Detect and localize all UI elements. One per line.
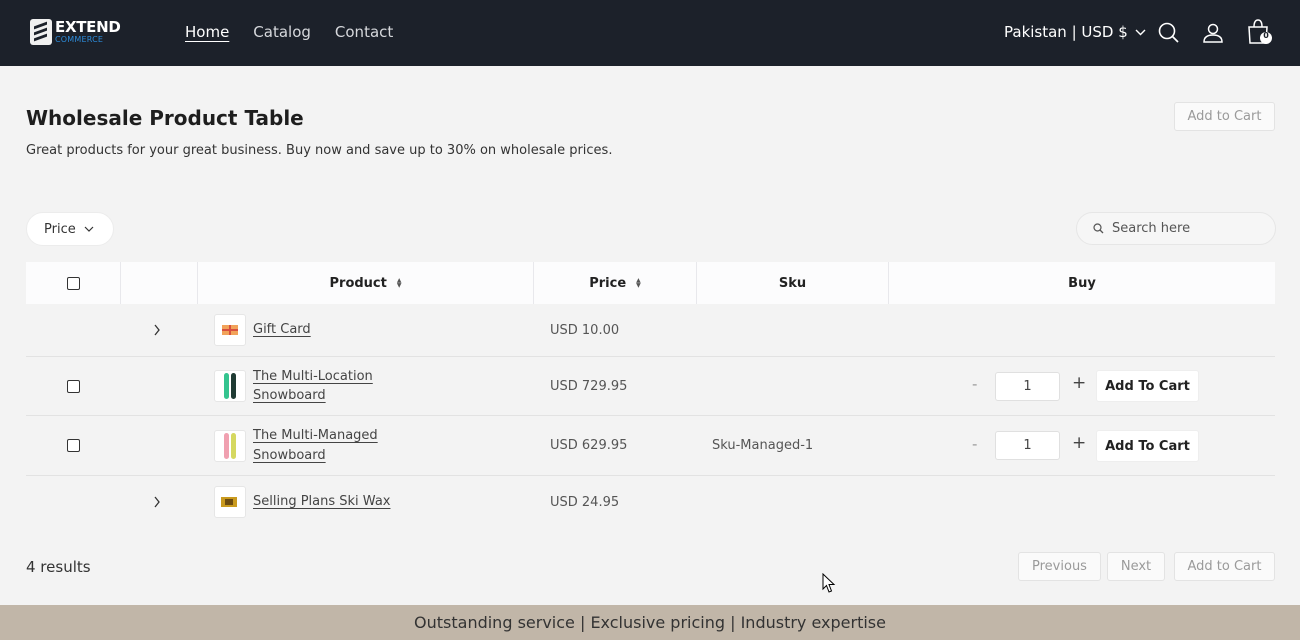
chevron-right-icon	[154, 324, 160, 336]
select-all-cell	[26, 262, 121, 304]
qty-input[interactable]	[995, 372, 1060, 401]
row-checkbox[interactable]	[67, 379, 80, 393]
page-title: Wholesale Product Table	[26, 106, 304, 130]
column-label-price: Price	[589, 275, 627, 291]
select-cell	[67, 357, 80, 415]
price-cell: USD 24.95	[550, 476, 619, 528]
select-cell	[67, 416, 80, 475]
mouse-cursor-icon	[822, 573, 836, 593]
footer-banner: Outstanding service | Exclusive pricing …	[0, 605, 1300, 640]
product-cell: The Multi-Location Snowboard	[214, 357, 403, 415]
sort-icon: ▲ ▼	[396, 277, 402, 289]
expand-toggle[interactable]	[153, 476, 161, 528]
price-cell: USD 10.00	[550, 304, 619, 356]
sku-cell: Sku-Managed-1	[712, 416, 813, 475]
table-row: The Multi-Location Snowboard USD 729.95 …	[26, 357, 1275, 416]
product-link[interactable]: Gift Card	[253, 320, 311, 340]
search-icon[interactable]	[1156, 20, 1182, 46]
price-cell: USD 729.95	[550, 357, 627, 415]
locale-label: Pakistan | USD $	[1004, 23, 1128, 41]
locale-selector[interactable]: Pakistan | USD $	[1004, 23, 1146, 41]
column-header-sku: Sku	[697, 262, 889, 304]
product-cell: Gift Card	[214, 304, 311, 356]
sort-icon: ▲ ▼	[636, 277, 641, 289]
select-all-checkbox[interactable]	[66, 276, 80, 290]
logo-line2: COMMERCE	[55, 35, 104, 44]
nav-home[interactable]: Home	[185, 23, 229, 41]
top-add-to-cart-button[interactable]: Add to Cart	[1174, 102, 1275, 131]
product-sku: Sku-Managed-1	[712, 438, 814, 453]
qty-increase-button[interactable]: +	[1072, 373, 1086, 393]
logo-line1: EXTEND	[55, 18, 121, 36]
add-to-cart-button[interactable]: Add To Cart	[1096, 430, 1199, 462]
product-price: USD 629.95	[550, 438, 628, 453]
product-thumbnail	[214, 314, 246, 346]
search-box	[1076, 212, 1276, 245]
product-price: USD 24.95	[550, 494, 620, 510]
main-nav: Home Catalog Contact	[185, 23, 393, 41]
cart-icon[interactable]: 0	[1245, 17, 1275, 47]
previous-button[interactable]: Previous	[1018, 552, 1101, 581]
cart-count-badge: 0	[1263, 31, 1269, 40]
site-header: EXTEND COMMERCE Home Catalog Contact Pak…	[0, 0, 1300, 66]
table-row: Gift Card USD 10.00	[26, 304, 1275, 357]
product-thumbnail	[214, 429, 246, 462]
brand-logo[interactable]: EXTEND COMMERCE	[30, 19, 121, 45]
product-price: USD 729.95	[550, 378, 628, 394]
search-icon	[1093, 223, 1104, 234]
column-label-buy: Buy	[1068, 275, 1096, 291]
column-header-price[interactable]: Price ▲ ▼	[534, 262, 697, 304]
footer-text: Outstanding service | Exclusive pricing …	[414, 613, 886, 632]
chevron-down-icon	[1135, 29, 1146, 35]
chevron-down-icon	[84, 226, 94, 232]
qty-input[interactable]	[995, 431, 1060, 460]
table-row: Selling Plans Ski Wax USD 24.95	[26, 476, 1275, 528]
column-header-buy: Buy	[889, 262, 1275, 304]
logo-mark-icon	[30, 19, 52, 45]
product-thumbnail	[214, 486, 246, 518]
qty-decrease-button[interactable]: -	[972, 375, 977, 393]
product-thumbnail	[214, 370, 246, 402]
expand-column-header	[121, 262, 198, 304]
column-header-product[interactable]: Product ▲ ▼	[198, 262, 534, 304]
qty-decrease-button[interactable]: -	[972, 435, 977, 453]
next-button[interactable]: Next	[1107, 552, 1165, 581]
column-label-sku: Sku	[778, 275, 807, 291]
search-input[interactable]	[1112, 221, 1262, 236]
price-cell: USD 629.95	[550, 416, 627, 475]
product-link[interactable]: Selling Plans Ski Wax	[253, 492, 390, 512]
qty-increase-button[interactable]: +	[1072, 433, 1086, 453]
price-filter-dropdown[interactable]: Price	[26, 212, 114, 246]
nav-catalog[interactable]: Catalog	[253, 23, 311, 41]
account-icon[interactable]	[1200, 20, 1226, 46]
price-filter-label: Price	[44, 221, 76, 237]
results-count: 4 results	[26, 558, 91, 576]
row-checkbox[interactable]	[67, 439, 80, 452]
product-cell: Selling Plans Ski Wax	[214, 476, 390, 528]
column-label-product: Product	[329, 275, 387, 291]
product-cell: The Multi-Managed Snowboard	[214, 416, 403, 475]
table-header: Product ▲ ▼ Price ▲ ▼ Sku Buy	[26, 262, 1275, 304]
page-subtitle: Great products for your great business. …	[26, 143, 613, 158]
chevron-right-icon	[154, 496, 160, 508]
nav-contact[interactable]: Contact	[335, 23, 393, 41]
table-row: The Multi-Managed Snowboard USD 629.95 S…	[26, 416, 1275, 476]
product-link[interactable]: The Multi-Location Snowboard	[253, 367, 403, 406]
product-price: USD 10.00	[550, 322, 620, 338]
bottom-add-to-cart-button[interactable]: Add to Cart	[1174, 552, 1275, 581]
product-link[interactable]: The Multi-Managed Snowboard	[253, 426, 403, 465]
add-to-cart-button[interactable]: Add To Cart	[1096, 370, 1199, 402]
expand-toggle[interactable]	[153, 304, 161, 356]
